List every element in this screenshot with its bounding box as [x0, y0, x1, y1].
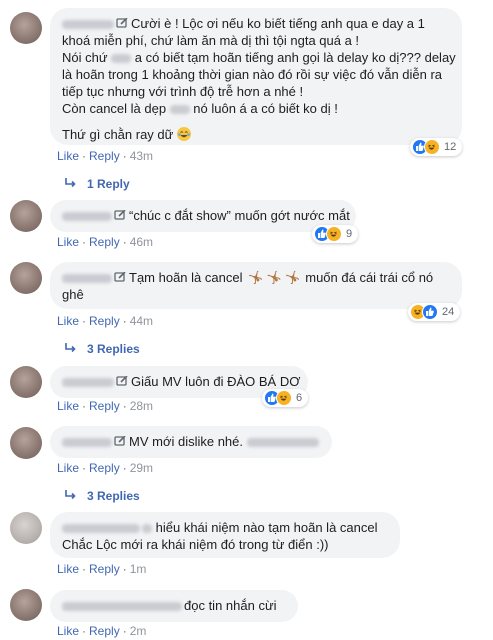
timestamp[interactable]: 46m [130, 235, 153, 249]
timestamp[interactable]: 43m [130, 149, 153, 163]
like-reaction-icon [422, 304, 438, 320]
edit-icon [114, 436, 126, 446]
comment-text: MV mới dislike nhé. [129, 434, 244, 449]
avatar[interactable] [10, 589, 42, 621]
comment-bubble: Tạm hoãn là cancel 🤸︎ 🤸︎ 🤸︎ muốn đá cái tr… [50, 262, 462, 309]
comment-bubble: Cười è ! Lộc ơi nếu ko biết tiếng anh qu… [50, 8, 462, 145]
haha-reaction-icon [326, 226, 342, 242]
comment-actions: Like · Reply · 46m [57, 235, 154, 249]
reaction-count: 24 [442, 306, 455, 318]
author-name[interactable] [62, 438, 112, 448]
edit-icon [116, 376, 128, 386]
like-link[interactable]: Like [57, 624, 79, 638]
like-link[interactable]: Like [57, 149, 79, 163]
reply-arrow-icon [65, 342, 77, 356]
comment-bubble: “chúc c đắt show” muốn gớt nước mắt [50, 200, 356, 232]
timestamp[interactable]: 28m [130, 399, 153, 413]
comment-text: Chắc Lộc mới ra khái niệm đó trong từ đi… [62, 537, 329, 552]
author-name[interactable] [62, 378, 114, 388]
cartwheel-emoji-icon: 🤸︎ [265, 270, 283, 285]
view-replies-link[interactable]: 3 Replies [65, 342, 140, 356]
edit-icon [116, 18, 128, 28]
comment-text: là hoãn trong 1 khoảng thời gian nào đó … [62, 67, 443, 82]
reaction-count: 6 [296, 392, 303, 404]
haha-reaction-icon [424, 139, 440, 155]
comment-text: ghê [62, 287, 84, 302]
comment-text: đọc tin nhắn cừi [184, 598, 277, 613]
author-name[interactable] [62, 274, 112, 284]
avatar[interactable] [10, 427, 42, 459]
haha-reaction-icon [276, 390, 292, 406]
reply-link[interactable]: Reply [89, 235, 120, 249]
cartwheel-emoji-icon: 🤸︎ [284, 270, 301, 285]
comment-text: Cười è ! Lộc ơi nếu ko biết tiếng anh qu… [131, 16, 425, 31]
comment-text: “chúc c đắt show” muốn gớt nước mắt [129, 208, 350, 223]
comment-text: tiếp tục nhưng với trình độ trễ hơn a nh… [62, 84, 304, 99]
like-link[interactable]: Like [57, 399, 79, 413]
like-link[interactable]: Like [57, 235, 79, 249]
comment-text: muốn đá cái trái cổ nó [305, 270, 434, 285]
timestamp[interactable]: 29m [130, 461, 153, 475]
reaction-summary[interactable]: 9 [312, 225, 359, 243]
comment-bubble: MV mới dislike nhé. [50, 426, 332, 458]
timestamp[interactable]: 1m [130, 562, 147, 576]
reaction-count: 9 [346, 228, 353, 240]
comment-text: khoá miễn phí, chứ làm ăn mà dị thì tội … [62, 33, 360, 48]
author-name[interactable] [62, 524, 140, 534]
author-name[interactable] [62, 212, 112, 222]
cartwheel-emoji-icon: 🤸︎ [247, 270, 264, 285]
comment-text: Nói chứ [62, 50, 112, 65]
redacted-text [169, 105, 190, 115]
like-link[interactable]: Like [57, 314, 79, 328]
comment-bubble: đọc tin nhắn cừi [50, 590, 298, 622]
comment-text: Giấu MV luôn đi ĐÀO BÁ DƠ [131, 374, 301, 389]
comment-actions: Like · Reply · 28m [57, 399, 154, 413]
reply-link[interactable]: Reply [89, 562, 120, 576]
comment-text: Tạm hoãn là cancel [129, 270, 243, 285]
redacted-text [142, 524, 152, 534]
like-link[interactable]: Like [57, 461, 79, 475]
reply-link[interactable]: Reply [89, 399, 120, 413]
comment-text: hiểu khái niệm nào tạm hoãn là cancel [155, 520, 378, 535]
comment-text: Thứ gì chằn ray dữ [62, 127, 174, 142]
view-replies-link[interactable]: 3 Replies [65, 489, 140, 503]
comment-actions: Like · Reply · 1m [57, 562, 147, 576]
comment-actions: Like · Reply · 2m [57, 624, 147, 638]
comment-text: nó luôn á a có biết ko dị ! [189, 101, 338, 116]
comment-actions: Like · Reply · 44m [57, 314, 154, 328]
comment-actions: Like · Reply · 43m [57, 149, 154, 163]
reply-link[interactable]: Reply [89, 314, 120, 328]
edit-icon [114, 210, 126, 220]
view-replies-link[interactable]: 1 Reply [65, 177, 130, 191]
avatar[interactable] [10, 262, 42, 294]
like-link[interactable]: Like [57, 562, 79, 576]
reply-link[interactable]: Reply [89, 461, 120, 475]
comment-text: Còn cancel là dẹp [62, 101, 170, 116]
reaction-count: 12 [444, 141, 457, 153]
author-name[interactable] [62, 602, 182, 612]
edit-icon [114, 272, 126, 282]
comment-bubble: hiểu khái niệm nào tạm hoãn là cancel Ch… [50, 512, 400, 558]
reaction-summary[interactable]: 6 [262, 389, 309, 407]
avatar[interactable] [10, 512, 42, 544]
reaction-summary[interactable]: 24 [408, 303, 461, 321]
reply-arrow-icon [65, 177, 77, 191]
reaction-summary[interactable]: 12 [410, 138, 463, 156]
reply-link[interactable]: Reply [89, 624, 120, 638]
reply-arrow-icon [65, 489, 77, 503]
redacted-text [246, 438, 319, 448]
avatar[interactable] [10, 200, 42, 232]
redacted-text [111, 54, 132, 64]
reply-link[interactable]: Reply [89, 149, 120, 163]
author-name[interactable] [62, 20, 114, 30]
comment-actions: Like · Reply · 29m [57, 461, 154, 475]
avatar[interactable] [10, 12, 42, 44]
crying-laughing-emoji-icon [176, 127, 191, 141]
comment-text: a có biết tạm hoãn tiếng anh gọi là dela… [131, 50, 456, 65]
timestamp[interactable]: 44m [130, 314, 153, 328]
avatar[interactable] [10, 366, 42, 398]
timestamp[interactable]: 2m [130, 624, 147, 638]
